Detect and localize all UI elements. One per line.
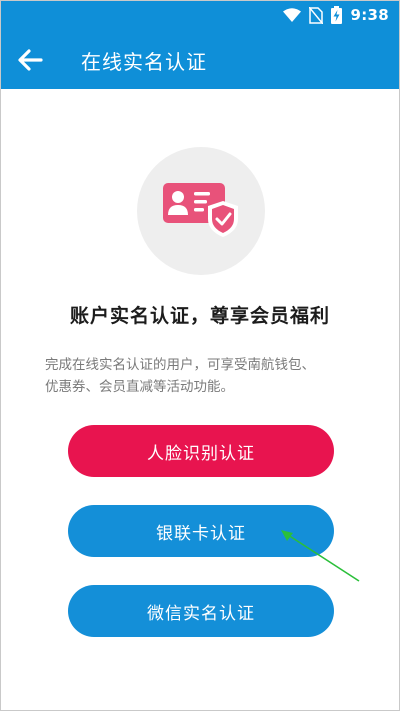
app-bar: 在线实名认证: [1, 29, 399, 89]
status-bar: 9:38: [1, 1, 399, 29]
description: 完成在线实名认证的用户，可享受南航钱包、 优惠券、会员直减等活动功能。: [45, 354, 365, 398]
status-icons: 9:38: [283, 5, 389, 25]
headline: 账户实名认证，尊享会员福利: [69, 305, 330, 327]
id-card-shield-check-icon: [163, 183, 238, 237]
description-line: 优惠券、会员直减等活动功能。: [45, 379, 234, 395]
status-time: 9:38: [350, 6, 389, 24]
page-title: 在线实名认证: [81, 50, 207, 74]
wechat-auth-button[interactable]: 微信实名认证: [68, 585, 334, 637]
face-recognition-auth-button[interactable]: 人脸识别认证: [68, 425, 334, 477]
hero-icon-circle: [137, 147, 265, 275]
description-line: 完成在线实名认证的用户，可享受南航钱包、: [45, 357, 315, 373]
back-button[interactable]: [13, 43, 47, 77]
app-screen: 9:38 在线实名认证 账户实名认证，尊享会员福利 完成在线实名认证的用户，可享…: [0, 0, 400, 711]
battery-charging-icon: [331, 6, 343, 24]
green-arrow-icon: [281, 530, 360, 582]
arrow-left-icon: [18, 49, 43, 71]
no-sim-icon: [309, 6, 324, 24]
wifi-icon: [283, 8, 302, 22]
